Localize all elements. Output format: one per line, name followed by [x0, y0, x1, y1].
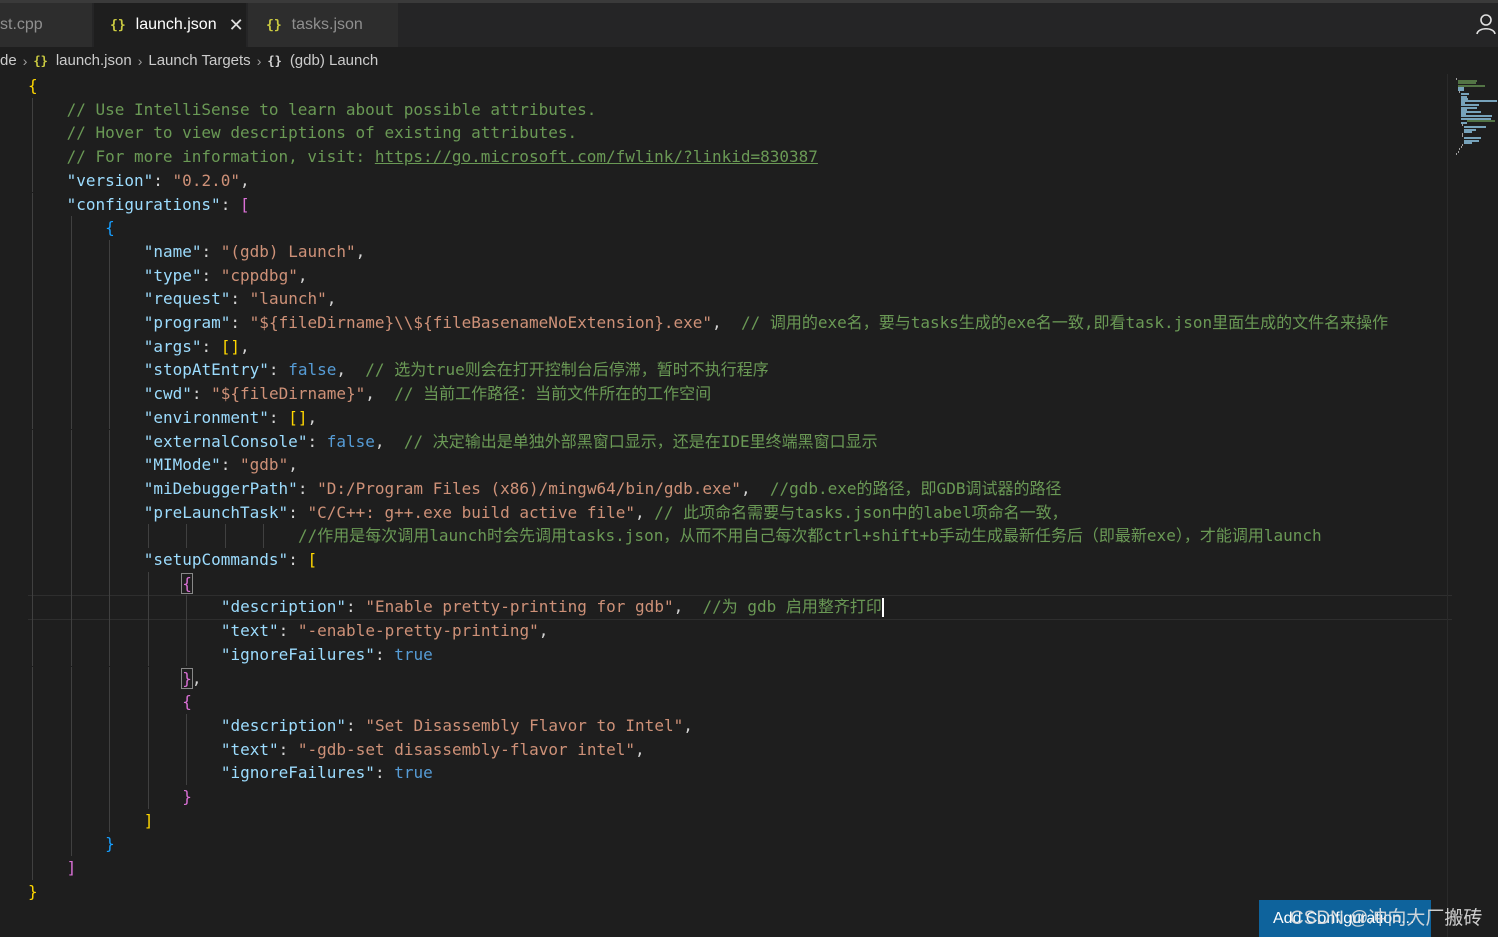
code-line[interactable]: "setupCommands": [ — [28, 548, 317, 572]
code-line[interactable]: "miDebuggerPath": "D:/Program Files (x86… — [28, 477, 1062, 501]
code-line[interactable]: { — [28, 74, 38, 98]
code-line[interactable]: "ignoreFailures": true — [28, 643, 433, 667]
code-line[interactable]: "MIMode": "gdb", — [28, 453, 298, 477]
minimap-line — [1464, 141, 1472, 144]
code-line[interactable]: "stopAtEntry": false, // 选为true则会在打开控制台后… — [28, 358, 769, 382]
tab-tasks-json[interactable]: {} tasks.json — [248, 3, 398, 47]
watermark: CSDN @冲向大厂搬砖 — [1290, 908, 1483, 929]
breadcrumb-item[interactable]: (gdb) Launch — [290, 52, 378, 69]
code-line[interactable]: ] — [28, 809, 154, 833]
account-icon[interactable] — [1476, 13, 1496, 35]
text-cursor — [881, 598, 884, 618]
code-line[interactable]: "args": [], — [28, 335, 250, 359]
code-line[interactable]: "cwd": "${fileDirname}", // 当前工作路径：当前文件所… — [28, 382, 711, 406]
chevron-right-icon: › — [256, 52, 262, 69]
code-line[interactable]: { — [28, 216, 115, 240]
tab-label: launch.json — [135, 16, 217, 33]
breadcrumb-folder[interactable]: de — [0, 52, 17, 69]
minimap[interactable] — [1452, 74, 1498, 155]
code-line[interactable]: "program": "${fileDirname}\\${fileBasena… — [28, 311, 1388, 335]
object-braces-icon: {} — [267, 53, 282, 68]
code-line[interactable]: "type": "cppdbg", — [28, 264, 308, 288]
code-line[interactable]: "configurations": [ — [28, 193, 250, 217]
code-line[interactable]: "version": "0.2.0", — [28, 169, 250, 193]
tab-launch-json[interactable]: {} launch.json ✕ — [94, 3, 246, 47]
code-line[interactable]: } — [28, 785, 192, 809]
code-line[interactable]: "request": "launch", — [28, 287, 337, 311]
breadcrumb: de › {} launch.json › Launch Targets › {… — [0, 47, 1498, 74]
code-line[interactable]: "description": "Set Disassembly Flavor t… — [28, 714, 693, 738]
minimap-line — [1460, 100, 1497, 102]
scrollbar-track[interactable] — [1447, 74, 1448, 937]
code-line[interactable]: "environment": [], — [28, 406, 317, 430]
tab-label: tasks.json — [291, 16, 363, 33]
chevron-right-icon: › — [22, 52, 28, 69]
breadcrumb-section[interactable]: Launch Targets — [148, 52, 250, 69]
json-braces-icon: {} — [33, 53, 48, 68]
tab-label: st.cpp — [0, 16, 43, 33]
close-icon[interactable]: ✕ — [229, 15, 244, 36]
code-line[interactable]: } — [28, 880, 38, 904]
chevron-right-icon: › — [137, 52, 143, 69]
code-line[interactable]: "preLaunchTask": "C/C++: g++.exe build a… — [28, 501, 1068, 525]
code-line[interactable]: // Use IntelliSense to learn about possi… — [28, 98, 597, 122]
code-line[interactable]: "ignoreFailures": true — [28, 761, 433, 785]
tab-st-cpp[interactable]: st.cpp — [0, 3, 92, 47]
code-line[interactable]: "text": "-enable-pretty-printing", — [28, 619, 549, 643]
minimap-line — [1467, 119, 1496, 122]
tab-bar: st.cpp {} launch.json ✕ {} tasks.json — [0, 0, 1498, 47]
code-line[interactable]: // For more information, visit: https://… — [28, 145, 818, 169]
code-line[interactable]: // Hover to view descriptions of existin… — [28, 121, 578, 145]
json-braces-icon: {} — [110, 17, 126, 33]
code-line[interactable]: "externalConsole": false, // 决定输出是单独外部黑窗… — [28, 430, 878, 454]
code-line[interactable]: //作用是每次调用launch时会先调用tasks.json，从而不用自己每次都… — [28, 524, 1322, 548]
code-line[interactable]: "name": "(gdb) Launch", — [28, 240, 366, 264]
minimap-line — [1464, 130, 1472, 133]
code-line[interactable]: } — [28, 832, 115, 856]
json-braces-icon: {} — [266, 17, 282, 33]
breadcrumb-file[interactable]: launch.json — [56, 52, 132, 69]
code-line[interactable]: ] — [28, 856, 77, 880]
code-line[interactable]: "description": "Enable pretty-printing f… — [28, 595, 884, 619]
code-editor[interactable]: { // Use IntelliSense to learn about pos… — [0, 74, 1452, 937]
code-line[interactable]: { — [28, 572, 193, 596]
code-line[interactable]: }, — [28, 667, 202, 691]
code-line[interactable]: "text": "-gdb-set disassembly-flavor int… — [28, 738, 645, 762]
code-line[interactable]: { — [28, 690, 192, 714]
